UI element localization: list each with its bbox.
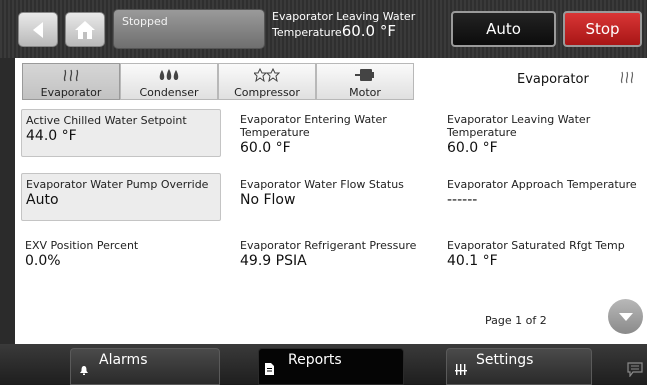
cell-label: Evaporator Water Pump Override [26,178,209,191]
chat-icon[interactable] [627,362,643,381]
leaving-water-temp-cell: Evaporator Leaving Water Temperature 60.… [447,113,637,157]
compressor-icon [219,67,315,85]
tab-evaporator[interactable]: Evaporator [22,63,120,100]
pump-override-cell[interactable]: Evaporator Water Pump Override Auto [21,173,221,221]
back-button[interactable] [18,12,58,47]
exv-position-cell: EXV Position Percent 0.0% [25,239,215,270]
refrigerant-pressure-cell: Evaporator Refrigerant Pressure 49.9 PSI… [240,239,430,270]
bell-icon [79,365,89,378]
settings-label: Settings [476,352,534,368]
cell-label: Active Chilled Water Setpoint [26,114,187,127]
reports-label: Reports [288,352,342,368]
saturated-rfgt-temp-cell: Evaporator Saturated Rfgt Temp 40.1 °F [447,239,642,270]
reports-button[interactable]: Reports [258,348,404,385]
tab-condenser-label: Condenser [139,86,199,99]
tab-condenser[interactable]: Condenser [120,63,218,100]
settings-button[interactable]: Settings [446,348,592,385]
cell-label: Evaporator Leaving Water Temperature [447,113,591,139]
alarms-button[interactable]: Alarms [70,348,220,385]
stop-button[interactable]: Stop [563,11,642,47]
entering-water-temp-cell: Evaporator Entering Water Temperature 60… [240,113,430,157]
chevron-down-icon [618,312,633,321]
document-icon [264,363,274,378]
tab-compressor[interactable]: Compressor [218,63,316,100]
component-tabs: Evaporator Condenser Compressor Motor [22,63,414,100]
bottom-nav-bar: Alarms Reports Settings [0,344,647,385]
cell-label: Evaporator Saturated Rfgt Temp [447,239,625,252]
unit-status-box: Stopped [113,9,265,49]
cell-label: Evaporator Refrigerant Pressure [240,239,417,252]
section-title: Evaporator [517,72,589,87]
cell-value: Auto [26,192,59,208]
cell-label: Evaporator Water Flow Status [240,178,404,191]
tab-motor-label: Motor [349,86,381,99]
cell-label: Evaporator Approach Temperature [447,178,637,191]
leaving-water-value: 60.0 °F [341,22,396,40]
unit-status-text: Stopped [122,15,168,28]
cell-value: 0.0% [25,253,61,269]
cell-value: 60.0 °F [447,140,498,156]
condenser-icon [121,67,217,85]
evaporator-icon [619,69,635,89]
sliders-icon [455,364,467,378]
page-indicator: Page 1 of 2 [485,314,547,327]
back-arrow-icon [33,21,43,38]
cell-value: 44.0 °F [26,128,77,144]
tab-compressor-label: Compressor [234,86,300,99]
alarms-label: Alarms [99,352,148,368]
cell-value: 49.9 PSIA [240,253,307,269]
stop-button-label: Stop [585,20,620,38]
home-button[interactable] [65,12,105,47]
leaving-water-readout: Evaporator Leaving Water Temperature60.0… [272,10,415,40]
auto-button-label: Auto [486,20,521,38]
cell-value: No Flow [240,192,296,208]
cell-value: ------ [447,192,478,208]
home-icon [75,20,95,39]
leaving-water-label-line2: Temperature [272,26,342,39]
cell-value: 60.0 °F [240,140,291,156]
water-flow-status-cell: Evaporator Water Flow Status No Flow [240,178,430,209]
tab-motor[interactable]: Motor [316,63,414,100]
approach-temp-cell: Evaporator Approach Temperature ------ [447,178,642,209]
cell-label: Evaporator Entering Water Temperature [240,113,387,139]
setpoint-cell[interactable]: Active Chilled Water Setpoint 44.0 °F [21,109,221,157]
evaporator-icon [23,67,119,85]
evaporator-panel: Evaporator Condenser Compressor Motor Ev… [15,58,647,344]
motor-icon [317,67,413,85]
cell-label: EXV Position Percent [25,239,139,252]
top-bar: Stopped Evaporator Leaving Water Tempera… [0,0,647,58]
auto-button[interactable]: Auto [451,11,556,47]
page-down-button[interactable] [608,299,643,334]
cell-value: 40.1 °F [447,253,498,269]
tab-evaporator-label: Evaporator [40,86,102,99]
